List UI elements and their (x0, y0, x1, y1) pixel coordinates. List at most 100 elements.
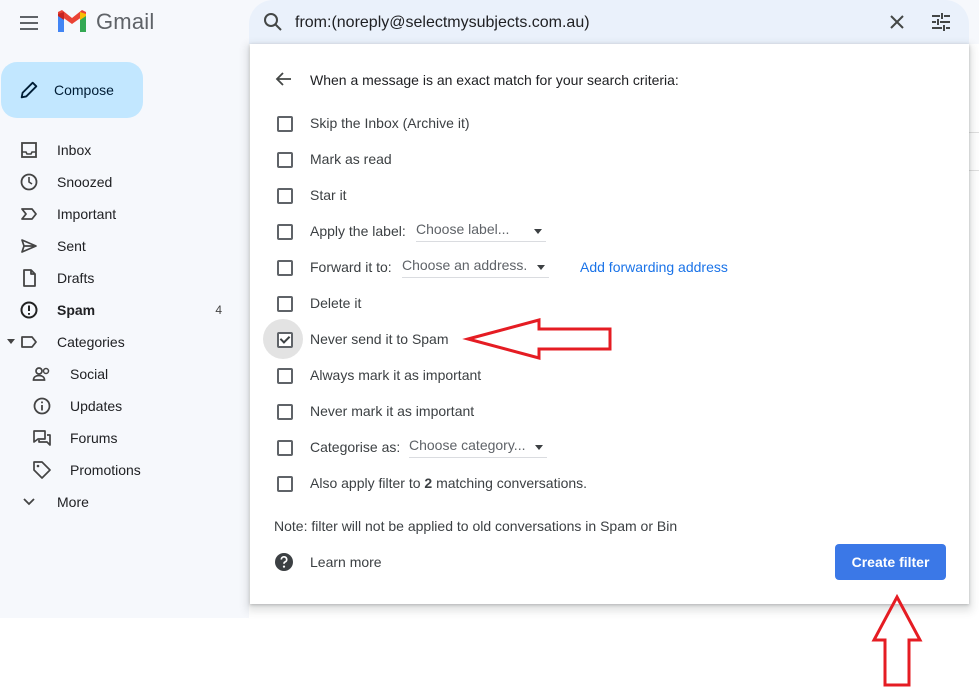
filter-option-star: Star it (250, 177, 969, 213)
sidebar-item-inbox[interactable]: Inbox (0, 134, 240, 166)
forward-checkbox[interactable] (277, 260, 293, 276)
filter-option-never-important: Never mark it as important (250, 393, 969, 429)
search-input[interactable] (293, 9, 857, 37)
list-divider (969, 170, 979, 171)
option-label: Skip the Inbox (Archive it) (310, 115, 470, 131)
learn-more-link[interactable]: Learn more (310, 554, 382, 570)
also-apply-suffix: matching conversations. (432, 475, 588, 491)
option-label: Mark as read (310, 151, 392, 167)
always-important-checkbox[interactable] (277, 368, 293, 384)
choose-category-dropdown[interactable]: Choose category... (409, 437, 547, 458)
option-label: Star it (310, 187, 347, 203)
filter-note: Note: filter will not be applied to old … (274, 518, 678, 534)
sidebar-item-important[interactable]: Important (0, 198, 240, 230)
dropdown-caret-icon (534, 229, 542, 234)
mark-read-checkbox[interactable] (277, 152, 293, 168)
filter-option-never-spam: Never send it to Spam (250, 319, 969, 359)
filter-option-also-apply: Also apply filter to 2 matching conversa… (250, 465, 969, 501)
create-filter-button[interactable]: Create filter (835, 544, 946, 580)
back-arrow-icon[interactable] (274, 69, 294, 89)
also-apply-prefix: Also apply filter to (310, 475, 425, 491)
people-icon (32, 367, 50, 381)
pencil-icon (20, 81, 38, 99)
sidebar-item-label: Promotions (70, 462, 141, 478)
never-important-checkbox[interactable] (277, 404, 293, 420)
add-forwarding-address-link[interactable]: Add forwarding address (580, 259, 728, 275)
filter-option-mark-read: Mark as read (250, 141, 969, 177)
filter-option-delete: Delete it (250, 285, 969, 321)
option-label: Also apply filter to 2 matching conversa… (310, 475, 587, 491)
dropdown-caret-icon (537, 265, 545, 270)
sidebar-item-label: Sent (57, 238, 86, 254)
info-icon (33, 397, 51, 415)
gmail-logo[interactable]: Gmail (56, 9, 154, 35)
sidebar-item-label: Drafts (57, 270, 95, 286)
forum-icon (33, 430, 51, 446)
option-label: Delete it (310, 295, 362, 311)
star-checkbox[interactable] (277, 188, 293, 204)
also-apply-checkbox[interactable] (277, 476, 293, 492)
sidebar-item-social[interactable]: Social (0, 358, 240, 390)
expand-caret-icon[interactable] (7, 339, 15, 344)
filter-option-forward: Forward it to: Choose an address. Add fo… (250, 249, 969, 285)
draft-icon (23, 269, 36, 287)
send-icon (21, 239, 37, 253)
sidebar-item-label: Social (70, 366, 109, 382)
spam-count-badge: 4 (215, 303, 222, 317)
spam-icon (20, 301, 38, 319)
app-name: Gmail (96, 9, 155, 34)
create-filter-dialog: When a message is an exact match for you… (250, 44, 969, 604)
choose-label-dropdown[interactable]: Choose label... (416, 221, 546, 242)
sidebar-item-snoozed[interactable]: Snoozed (0, 166, 240, 198)
delete-checkbox[interactable] (277, 296, 293, 312)
sidebar-item-more[interactable]: More (0, 486, 240, 518)
sidebar-item-label: Snoozed (57, 174, 113, 190)
help-icon[interactable] (274, 552, 294, 572)
sidebar-item-updates[interactable]: Updates (0, 390, 240, 422)
option-label: Categorise as: (310, 439, 401, 455)
option-label: Always mark it as important (310, 367, 482, 383)
option-label: Never mark it as important (310, 403, 475, 419)
sidebar-item-categories[interactable]: Categories (0, 326, 240, 358)
choose-address-dropdown[interactable]: Choose an address. (402, 257, 549, 278)
sidebar-item-label: Important (57, 206, 117, 222)
list-divider (969, 132, 979, 133)
sidebar-item-forums[interactable]: Forums (0, 422, 240, 454)
apply-label-checkbox[interactable] (277, 224, 293, 240)
sidebar-item-label: Forums (70, 430, 118, 446)
search-bar (249, 0, 969, 44)
compose-button[interactable]: Compose (1, 62, 143, 118)
sidebar-item-sent[interactable]: Sent (0, 230, 240, 262)
sidebar-item-spam[interactable]: Spam 4 (0, 294, 240, 326)
dropdown-value: Choose label... (416, 221, 510, 237)
dropdown-caret-icon (535, 445, 543, 450)
filter-option-categorise: Categorise as: Choose category... (250, 429, 969, 465)
sidebar-item-promotions[interactable]: Promotions (0, 454, 240, 486)
search-icon[interactable] (261, 10, 285, 34)
option-label: Apply the label: (310, 223, 406, 239)
annotation-arrow-up (871, 593, 923, 687)
menu-icon[interactable] (17, 11, 41, 35)
important-icon (21, 208, 37, 220)
never-spam-checkbox[interactable] (277, 332, 293, 348)
compose-label: Compose (54, 82, 114, 98)
sidebar-item-drafts[interactable]: Drafts (0, 262, 240, 294)
sidebar-item-label: Categories (57, 334, 125, 350)
dropdown-value: Choose category... (409, 437, 526, 453)
sidebar-item-label: Inbox (57, 142, 92, 158)
option-label: Never send it to Spam (310, 331, 449, 347)
filter-option-always-important: Always mark it as important (250, 357, 969, 393)
sidebar-item-label: More (57, 494, 89, 510)
chevron-down-icon (23, 498, 35, 506)
sidebar-item-label: Updates (70, 398, 123, 414)
sidebar-item-label: Spam (57, 302, 96, 318)
search-options-icon[interactable] (929, 10, 953, 34)
close-icon[interactable] (885, 10, 909, 34)
filter-option-apply-label: Apply the label: Choose label... (250, 213, 969, 249)
skip-inbox-checkbox[interactable] (277, 116, 293, 132)
option-label: Forward it to: (310, 259, 392, 275)
dialog-title: When a message is an exact match for you… (310, 72, 679, 88)
categorise-checkbox[interactable] (277, 440, 293, 456)
clock-icon (20, 173, 38, 191)
tag-icon (33, 461, 51, 479)
